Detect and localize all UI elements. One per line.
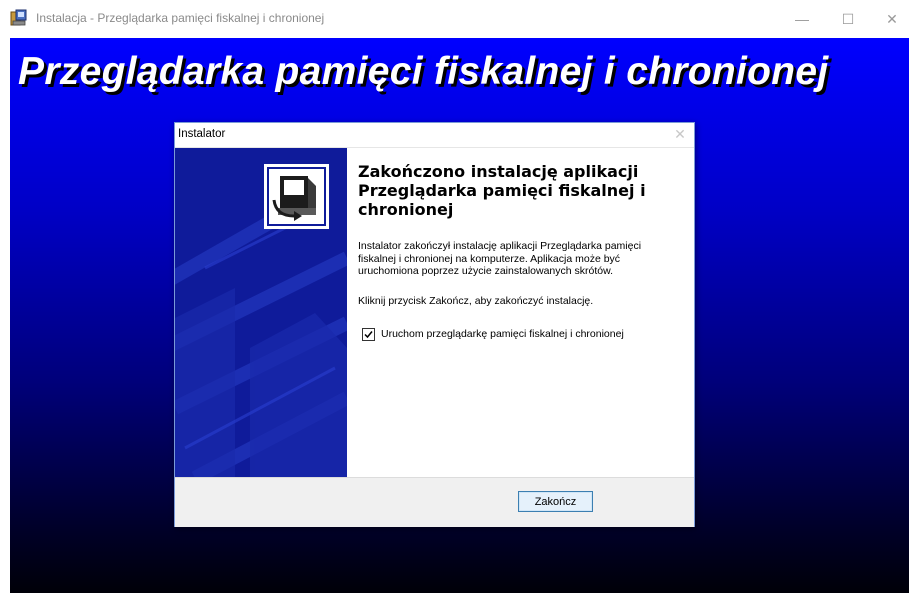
checkmark-icon (364, 330, 373, 338)
close-icon: ✕ (886, 10, 898, 27)
launch-app-checkbox[interactable] (362, 327, 375, 341)
dialog-close-icon[interactable]: ✕ (672, 125, 688, 143)
installer-dialog: Instalator ✕ Zakończono instalację aplik… (174, 122, 695, 527)
finish-heading: Zakończono instalację aplikacji Przegląd… (358, 162, 646, 219)
installer-app-icon (10, 9, 27, 26)
wizard-sidebar-image (175, 148, 347, 477)
launch-app-checkbox-row[interactable]: Uruchom przeglądarkę pamięci fiskalnej i… (362, 326, 624, 342)
minimize-button[interactable]: — (780, 0, 824, 38)
dialog-button-panel: Zakończ (175, 477, 694, 527)
dialog-title: Instalator (178, 128, 226, 140)
window-titlebar: Instalacja - Przeglądarka pamięci fiskal… (0, 0, 911, 38)
dialog-content: Zakończono instalację aplikacji Przegląd… (358, 148, 688, 477)
installer-computer-icon (264, 164, 329, 229)
close-window-button[interactable]: ✕ (870, 0, 911, 38)
maximize-icon: ☐ (841, 10, 855, 27)
dialog-titlebar: Instalator ✕ (175, 123, 694, 148)
setup-banner-title: Przeglądarka pamięci fiskalnej i chronio… (18, 50, 829, 93)
finish-description: Instalator zakończył instalację aplikacj… (358, 240, 642, 277)
launch-app-checkbox-label: Uruchom przeglądarkę pamięci fiskalnej i… (381, 328, 624, 340)
minimize-icon: — (795, 11, 809, 27)
maximize-button[interactable]: ☐ (826, 0, 870, 38)
window-title: Instalacja - Przeglądarka pamięci fiskal… (36, 11, 325, 25)
finish-button[interactable]: Zakończ (518, 491, 593, 512)
finish-instruction: Kliknij przycisk Zakończ, aby zakończyć … (358, 295, 594, 307)
